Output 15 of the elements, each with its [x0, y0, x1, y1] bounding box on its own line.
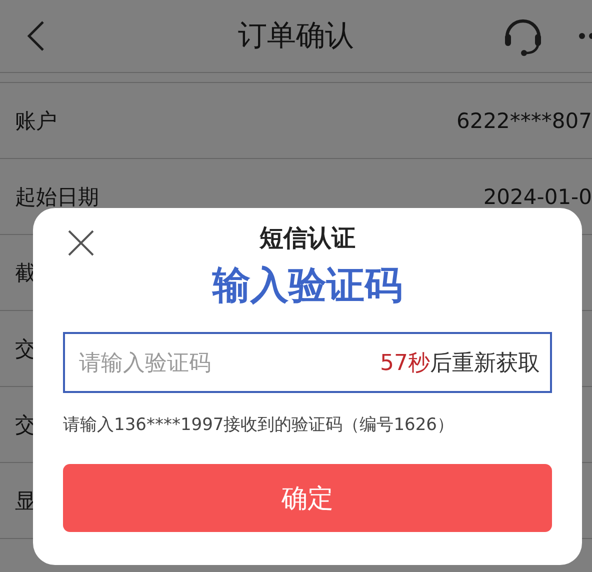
row-label: 交 [15, 412, 36, 438]
row-label: 起始日期 [15, 184, 99, 210]
hint-text: 请输入136****1997接收到的验证码（编号1626） [63, 414, 454, 436]
dialog-heading: 输入验证码 [212, 262, 402, 309]
row-label: 账户 [15, 108, 57, 134]
resend-countdown: 57秒后重新获取 [380, 350, 540, 378]
row-value: 2024-01-0 [483, 184, 592, 208]
row-value: 6222****807 [456, 108, 592, 132]
row-label: 显 [15, 488, 36, 514]
row-label: 交 [15, 336, 36, 362]
back-icon[interactable] [26, 20, 46, 52]
dialog-title: 短信认证 [260, 223, 356, 254]
close-icon[interactable] [68, 230, 94, 256]
code-input-field[interactable]: 请输入验证码 57秒后重新获取 [63, 332, 552, 393]
page-title: 订单确认 [237, 17, 355, 54]
